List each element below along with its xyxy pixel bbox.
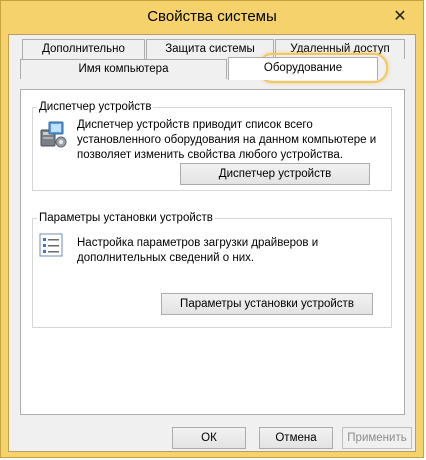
- device-manager-description: Диспетчер устройств приводит список всег…: [77, 119, 377, 161]
- tab-system-protection[interactable]: Защита системы: [146, 39, 274, 59]
- device-manager-button[interactable]: Диспетчер устройств: [180, 163, 370, 185]
- device-manager-icon: [39, 120, 67, 150]
- tab-computer-name[interactable]: Имя компьютера: [20, 59, 227, 79]
- close-icon: ✕: [393, 8, 407, 25]
- device-manager-group-title: Диспетчер устройств: [37, 100, 154, 114]
- title-bar[interactable]: Свойства системы ✕: [1, 1, 423, 35]
- ok-button[interactable]: ОК: [172, 427, 246, 449]
- install-settings-group-title: Параметры установки устройств: [37, 211, 215, 225]
- apply-button[interactable]: Применить: [342, 427, 412, 449]
- checklist-icon: [39, 233, 65, 259]
- install-settings-description: Настройка параметров загрузки драйверов …: [77, 237, 319, 264]
- system-properties-window: Свойства системы ✕ Дополнительно Защита …: [0, 0, 424, 458]
- install-settings-button[interactable]: Параметры установки устройств: [161, 293, 373, 315]
- cancel-button[interactable]: Отмена: [259, 427, 333, 449]
- close-button[interactable]: ✕: [385, 5, 415, 27]
- device-manager-group: Диспетчер устройств Диспетчер устройств …: [32, 100, 392, 191]
- install-settings-group: Параметры установки устройств Настройка …: [32, 211, 392, 328]
- tab-remote[interactable]: Удаленный доступ: [275, 39, 405, 59]
- hardware-tab-panel: Диспетчер устройств Диспетчер устройств …: [20, 89, 405, 415]
- tab-advanced[interactable]: Дополнительно: [22, 39, 145, 59]
- dialog-client-area: Дополнительно Защита системы Удаленный д…: [8, 34, 416, 452]
- tab-hardware[interactable]: Оборудование: [228, 57, 378, 80]
- window-title: Свойства системы: [147, 8, 277, 25]
